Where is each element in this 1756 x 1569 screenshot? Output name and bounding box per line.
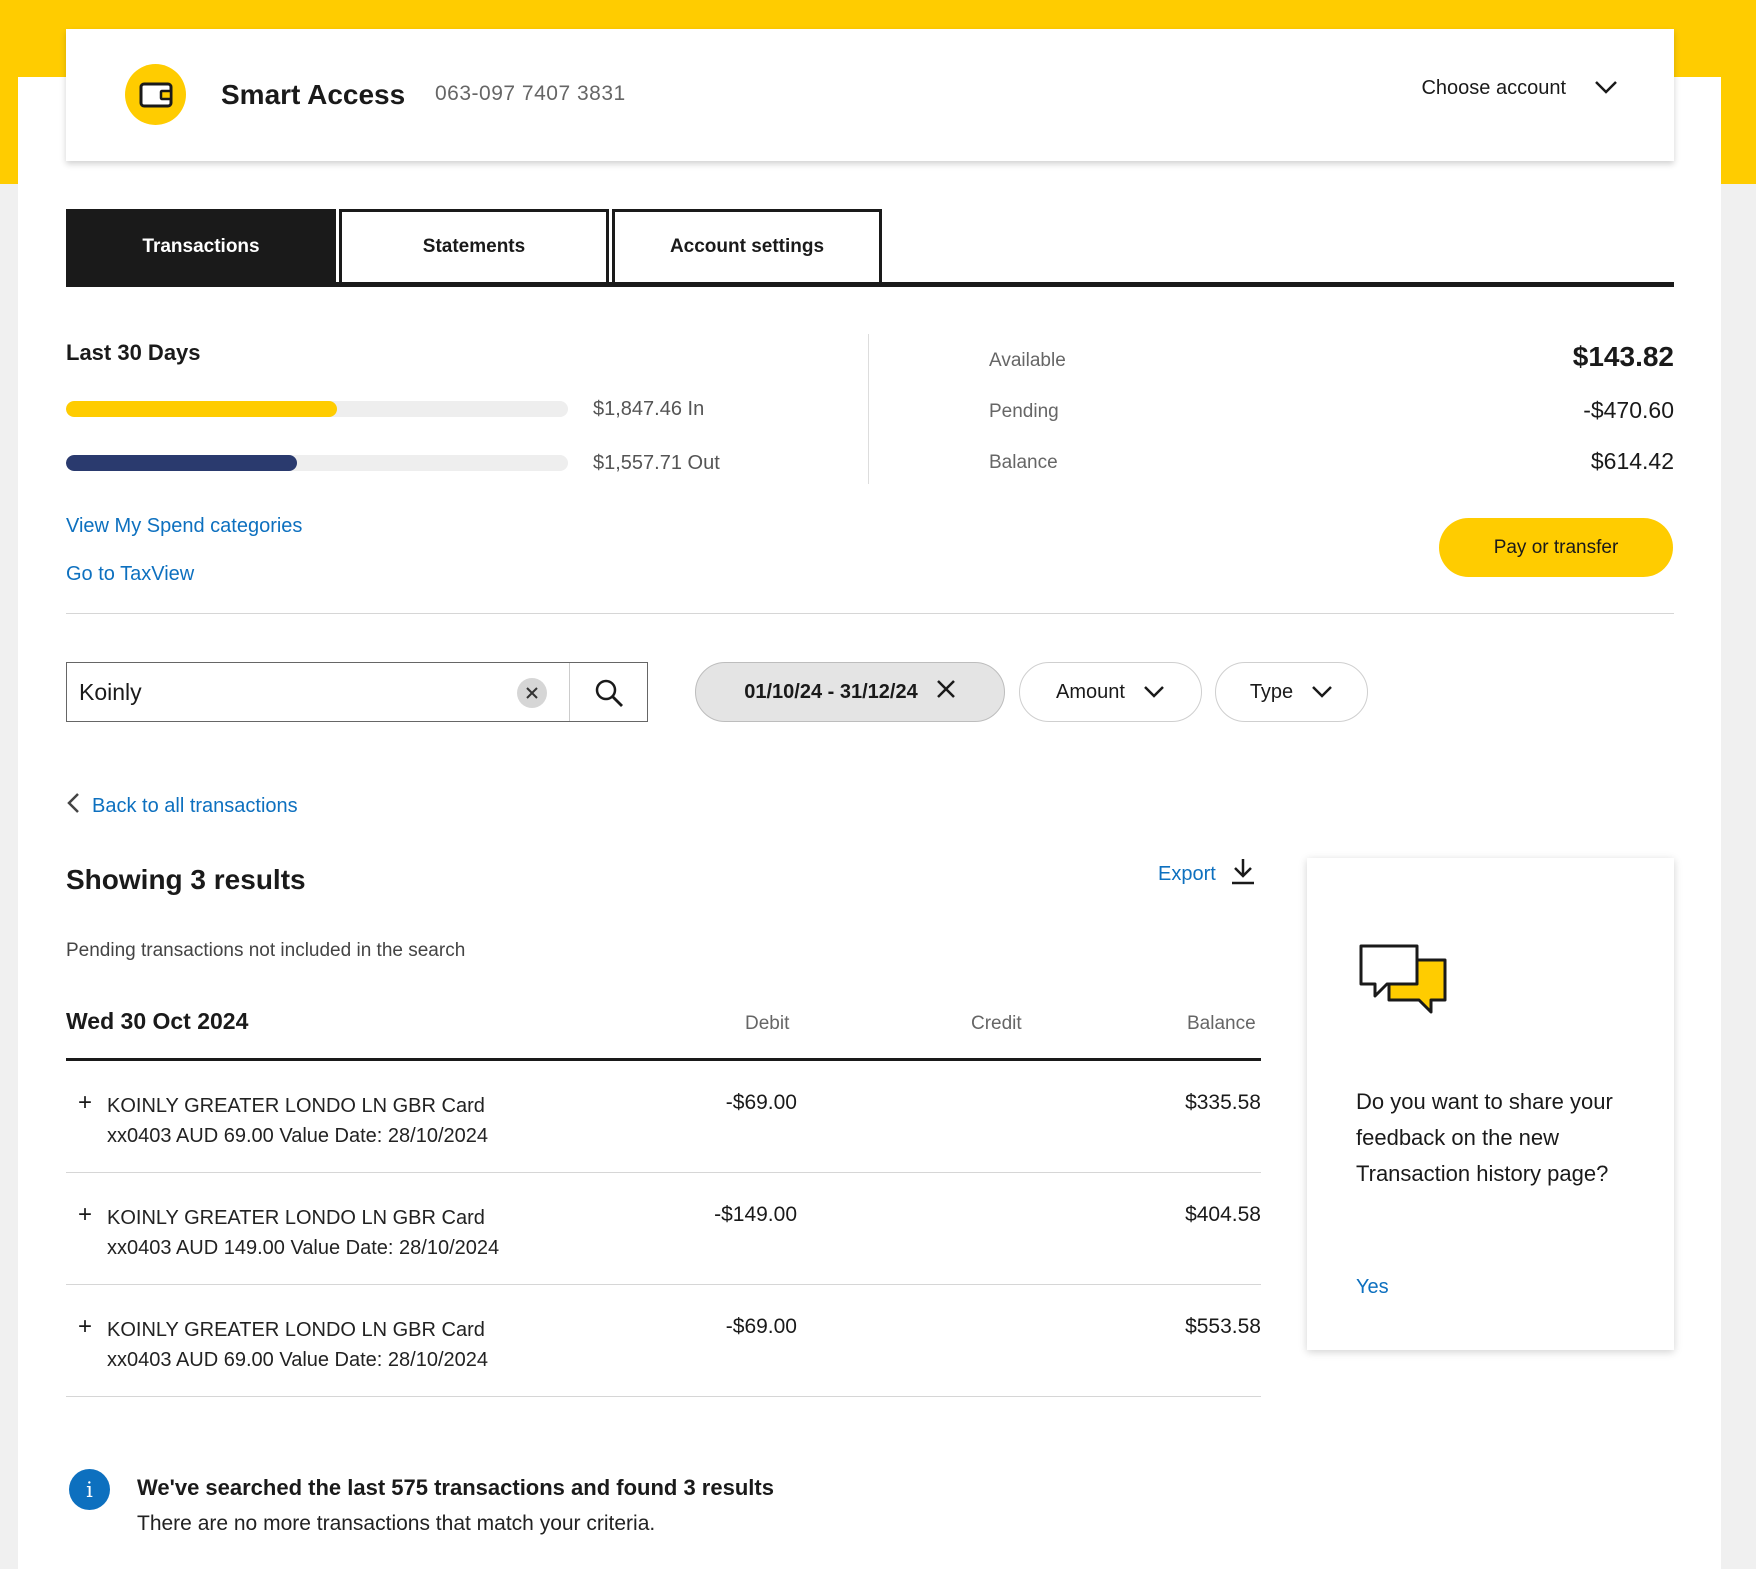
transaction-line-2: xx0403 AUD 149.00 Value Date: 28/10/2024 <box>107 1237 500 1259</box>
info-subtitle: There are no more transactions that matc… <box>137 1512 656 1535</box>
transaction-balance: $553.58 <box>1185 1315 1261 1338</box>
transaction-line-2: xx0403 AUD 69.00 Value Date: 28/10/2024 <box>107 1349 489 1371</box>
feedback-yes-link[interactable]: Yes <box>1356 1276 1389 1299</box>
search-input[interactable] <box>79 677 499 707</box>
transaction-balance: $404.58 <box>1185 1203 1261 1226</box>
table-row[interactable]: + KOINLY GREATER LONDO LN GBR Card xx040… <box>66 1173 1261 1285</box>
pending-label: Pending <box>989 401 1059 422</box>
transaction-description: KOINLY GREATER LONDO LN GBR Card xx0403 … <box>107 1203 499 1263</box>
amount-filter[interactable]: Amount <box>1019 662 1202 722</box>
money-out-label: $1,557.71 Out <box>593 452 720 474</box>
pay-or-transfer-button[interactable]: Pay or transfer <box>1439 518 1673 577</box>
spend-categories-link[interactable]: View My Spend categories <box>66 515 302 538</box>
pending-note: Pending transactions not included in the… <box>66 940 466 961</box>
transaction-debit: -$69.00 <box>725 1091 797 1114</box>
date-heading: Wed 30 Oct 2024 <box>66 1008 249 1034</box>
available-value: $143.82 <box>1572 341 1674 372</box>
available-label: Available <box>989 350 1066 371</box>
type-filter-label: Type <box>1249 680 1294 703</box>
money-out-bar <box>66 455 568 471</box>
taxview-link[interactable]: Go to TaxView <box>66 563 194 586</box>
account-name: Smart Access <box>221 79 406 110</box>
tab-transactions[interactable]: Transactions <box>66 209 336 282</box>
chevron-down-icon <box>1143 681 1165 704</box>
download-icon <box>1230 857 1256 891</box>
export-button[interactable]: Export <box>1158 857 1256 891</box>
transaction-line-2: xx0403 AUD 69.00 Value Date: 28/10/2024 <box>107 1125 489 1147</box>
plus-icon[interactable]: + <box>78 1313 92 1341</box>
chevron-down-icon <box>1311 681 1333 704</box>
credit-column-header: Credit <box>971 1013 1022 1034</box>
close-icon[interactable] <box>936 679 956 705</box>
money-in-bar <box>66 401 568 417</box>
transaction-line-1: KOINLY GREATER LONDO LN GBR Card <box>107 1207 485 1229</box>
transaction-balance: $335.58 <box>1185 1091 1261 1114</box>
type-filter[interactable]: Type <box>1215 662 1368 722</box>
results-title: Showing 3 results <box>66 864 306 895</box>
transaction-description: KOINLY GREATER LONDO LN GBR Card xx0403 … <box>107 1315 488 1375</box>
date-range-label: 01/10/24 - 31/12/24 <box>744 680 918 703</box>
transaction-line-1: KOINLY GREATER LONDO LN GBR Card <box>107 1095 485 1117</box>
chevron-down-icon <box>1594 77 1618 100</box>
money-out-bar-fill <box>66 455 297 471</box>
transaction-description: KOINLY GREATER LONDO LN GBR Card xx0403 … <box>107 1091 488 1151</box>
section-divider <box>66 613 1674 614</box>
plus-icon[interactable]: + <box>78 1201 92 1229</box>
pending-value: -$470.60 <box>1583 397 1674 423</box>
account-number: 063-097 7407 3831 <box>435 82 626 105</box>
table-row[interactable]: + KOINLY GREATER LONDO LN GBR Card xx040… <box>66 1061 1261 1173</box>
balance-label: Balance <box>989 452 1058 473</box>
info-title: We've searched the last 575 transactions… <box>137 1475 774 1500</box>
choose-account-dropdown[interactable]: Choose account <box>1421 77 1618 100</box>
summary-title: Last 30 Days <box>66 340 201 365</box>
balance-value: $614.42 <box>1590 448 1674 474</box>
export-label: Export <box>1158 862 1216 885</box>
transaction-debit: -$149.00 <box>714 1203 797 1226</box>
search-separator <box>569 663 570 721</box>
transaction-line-1: KOINLY GREATER LONDO LN GBR Card <box>107 1319 485 1341</box>
money-in-label: $1,847.46 In <box>593 398 705 420</box>
plus-icon[interactable]: + <box>78 1089 92 1117</box>
search-box <box>66 662 648 722</box>
amount-filter-label: Amount <box>1056 680 1125 703</box>
back-link-label: Back to all transactions <box>92 794 298 817</box>
wallet-icon <box>125 64 186 125</box>
money-in-bar-fill <box>66 401 338 417</box>
search-icon[interactable] <box>581 673 637 713</box>
choose-account-label: Choose account <box>1421 77 1566 99</box>
tab-account-settings[interactable]: Account settings <box>612 209 882 282</box>
feedback-card: Do you want to share your feedback on th… <box>1307 858 1674 1350</box>
transaction-debit: -$69.00 <box>725 1315 797 1338</box>
clear-icon[interactable] <box>517 678 547 708</box>
chat-bubbles-icon <box>1359 944 1449 1021</box>
tab-bar: Transactions Statements Account settings <box>66 209 1674 287</box>
debit-column-header: Debit <box>745 1013 790 1034</box>
back-to-all-transactions-link[interactable]: Back to all transactions <box>66 792 298 820</box>
chevron-left-icon <box>66 792 80 820</box>
balance-column-header: Balance <box>1187 1013 1256 1034</box>
date-range-filter[interactable]: 01/10/24 - 31/12/24 <box>695 662 1005 722</box>
info-icon: i <box>69 1469 110 1510</box>
account-header: Smart Access 063-097 7407 3831 Choose ac… <box>66 29 1674 161</box>
table-row[interactable]: + KOINLY GREATER LONDO LN GBR Card xx040… <box>66 1285 1261 1397</box>
feedback-question: Do you want to share your feedback on th… <box>1356 1089 1613 1186</box>
summary-divider <box>868 334 869 484</box>
tab-statements[interactable]: Statements <box>339 209 609 282</box>
